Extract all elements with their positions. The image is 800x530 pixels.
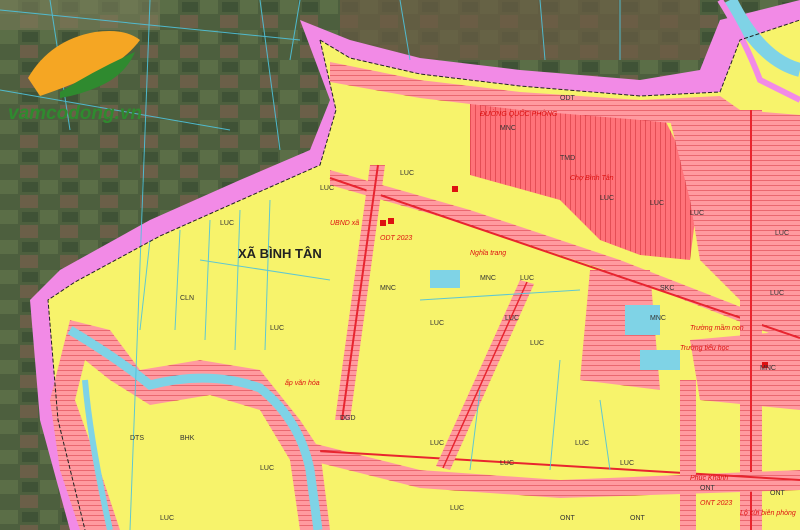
map-annotation: ONT 2023 [700, 500, 732, 507]
land-code-luc: LUC [505, 315, 519, 322]
map-annotation: Nghĩa trang [470, 250, 506, 257]
land-code-luc: LUC [500, 460, 514, 467]
map-annotation: Lộ cửi biên phòng [740, 509, 796, 517]
land-code-luc: LUC [530, 340, 544, 347]
land-code-ont: ONT [770, 490, 786, 497]
map-annotation: ODT 2023 [380, 235, 412, 242]
land-code-luc: LUC [620, 460, 634, 467]
land-code-dgd: DGD [340, 415, 356, 422]
map-annotation: Trường tiểu học [680, 344, 730, 352]
land-code-mnc: MNC [480, 275, 496, 282]
pond-3 [430, 270, 460, 288]
land-code-luc: LUC [160, 515, 174, 522]
land-code-luc: LUC [430, 320, 444, 327]
map-annotation: ấp văn hóa [285, 379, 320, 387]
commune-label: XÃ BÌNH TÂN [238, 246, 322, 261]
land-code-luc: LUC [690, 210, 704, 217]
land-code-luc: LUC [775, 230, 789, 237]
pond-1 [640, 350, 680, 370]
land-code-ont: ONT [560, 515, 576, 522]
land-code-luc: LUC [520, 275, 534, 282]
land-code-luc: LUC [270, 325, 284, 332]
land-code-dts: DTS [130, 435, 144, 442]
land-code-luc: LUC [260, 465, 274, 472]
land-code-ont: ONT [630, 515, 646, 522]
land-code-luc: LUC [600, 195, 614, 202]
land-code-luc: LUC [220, 220, 234, 227]
land-code-luc: LUC [450, 505, 464, 512]
land-code-skc: SKC [660, 285, 674, 292]
map-annotation: Phúc Khánh [690, 475, 728, 482]
land-code-tmd: TMD [560, 155, 575, 162]
map-annotation: ĐƯỜNG QUỐC PHÒNG [480, 109, 558, 118]
land-code-luc: LUC [770, 290, 784, 297]
land-code-mnc: MNC [500, 125, 516, 132]
map-annotation: Chợ Bình Tân [570, 175, 614, 182]
land-code-luc: LUC [400, 170, 414, 177]
land-code-odt: ODT [560, 95, 576, 102]
land-code-luc: LUC [575, 440, 589, 447]
land-code-mnc: MNC [650, 315, 666, 322]
map-annotation: Trường mầm non [690, 323, 744, 332]
land-code-ont: ONT [700, 485, 716, 492]
land-code-luc: LUC [430, 440, 444, 447]
map-canvas[interactable]: LUC LUC LUC LUC LUC LUC LUC LUC LUC LUC LUC LUC LUC L… [0, 0, 800, 530]
land-code-mnc: MNC [380, 285, 396, 292]
map-annotation: UBND xã [330, 220, 359, 227]
land-code-bhk: BHK [180, 435, 195, 442]
land-code-cln: CLN [180, 295, 194, 302]
land-code-mnc: MNC [760, 365, 776, 372]
land-code-luc: LUC [650, 200, 664, 207]
land-code-luc: LUC [320, 185, 334, 192]
land-use-map[interactable]: LUC LUC LUC LUC LUC LUC LUC LUC LUC LUC LUC LUC LUC L… [0, 0, 800, 530]
logo-text: vamcodong.vn [8, 103, 142, 124]
